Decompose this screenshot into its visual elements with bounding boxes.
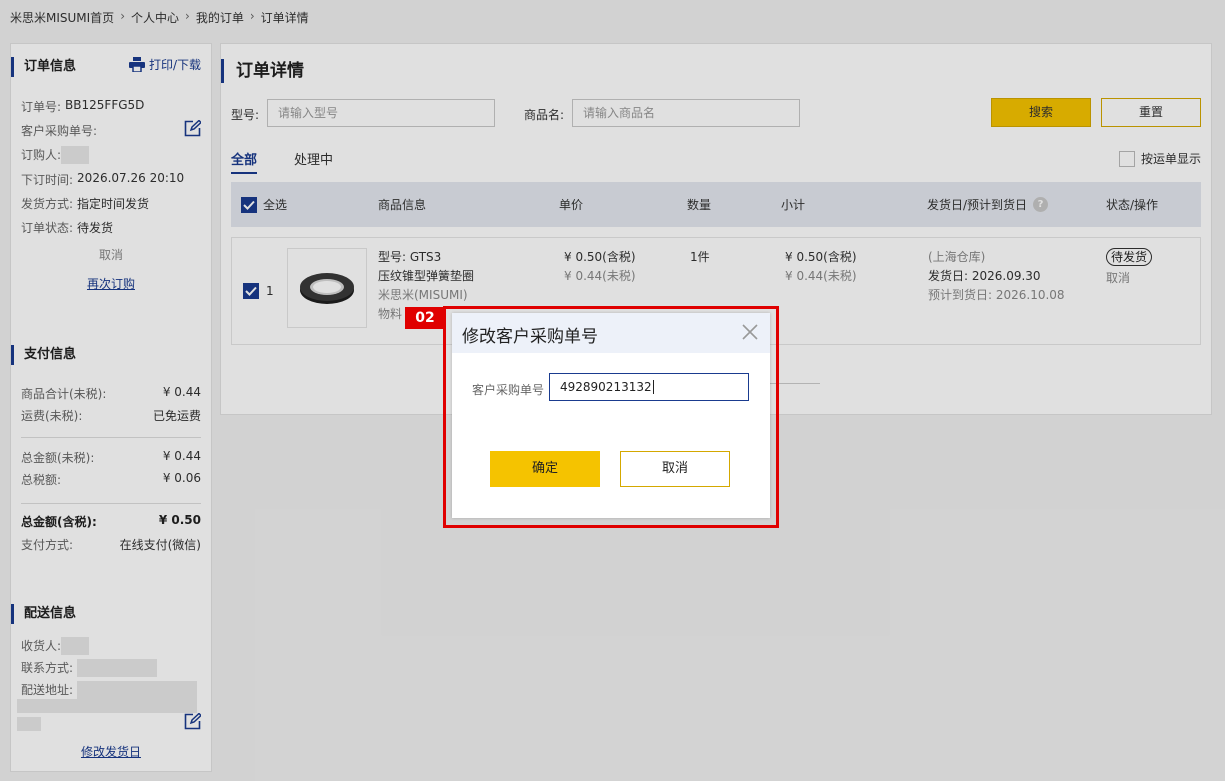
cancel-button[interactable]: 取消: [620, 451, 730, 487]
step-tag: 02: [405, 307, 445, 329]
dialog-title: 修改客户采购单号: [462, 327, 598, 347]
po-field-label: 客户采购单号: [472, 383, 545, 397]
edit-po-dialog: 修改客户采购单号 客户采购单号 492890213132 确定 取消: [452, 313, 770, 518]
close-icon[interactable]: [740, 322, 760, 342]
dialog-header: 修改客户采购单号: [452, 313, 770, 353]
po-number-input[interactable]: 492890213132: [549, 373, 749, 401]
confirm-button[interactable]: 确定: [490, 451, 600, 487]
